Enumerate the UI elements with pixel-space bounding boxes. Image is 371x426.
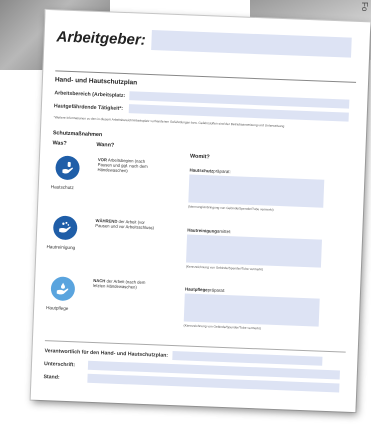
row-1-product-field[interactable] (188, 174, 325, 208)
skin-protection-plan-document: Arbeitgeber: Hand- und Hautschutzplan Ar… (30, 9, 371, 413)
row-3-product-note: (Kennzeichnung von Gebinde/Spender/Tube … (183, 323, 261, 331)
responsible-label: Verantwortlich für den Hand- und Hautsch… (44, 347, 169, 359)
employer-label: Arbeitgeber: (56, 27, 147, 49)
section-title: Schutzmaßnahmen (52, 130, 103, 139)
row-2-product-field[interactable] (186, 234, 322, 268)
row-2-product-label: Hautreinigungsmittel: (187, 227, 232, 235)
row-1-product-label: Hautschutzpräparat: (189, 167, 231, 175)
hand-cream-icon (55, 155, 81, 181)
row-3-product-field[interactable] (183, 293, 320, 327)
plan-title: Hand- und Hautschutzplan (54, 76, 138, 87)
date-label: Stand: (43, 373, 60, 381)
row-2-name: Hautreinigung (46, 244, 76, 251)
row-1-when: VOR Arbeitsbeginn (nach Pausen und ggf. … (97, 157, 148, 174)
responsible-field[interactable] (171, 351, 323, 366)
row-3-product-label: Hautpflegepräparat: (184, 286, 226, 294)
hand-washing-icon (52, 215, 78, 241)
signature-label: Unterschrift: (43, 360, 76, 368)
row-3-name: Hautpflege (46, 305, 69, 311)
row-2-product-note: (Kennzeichnung von Gebinde/Spender/Tube … (185, 264, 264, 272)
employer-field[interactable] (151, 30, 352, 58)
row-2-when: WÄHREND der Arbeit (vor Pausen und vor A… (95, 217, 155, 231)
row-1-product-note: (Nennung/Anbringung von Gebinde/Spender/… (188, 204, 274, 212)
activity-label: Hautgefährdende Tätigkeit*: (53, 102, 124, 112)
col-header-wann: Wann? (96, 141, 115, 149)
work-area-label: Arbeitsbereich (Arbeitsplatz: (54, 89, 126, 99)
col-header-womit: Womit? (189, 153, 210, 161)
hand-care-icon (50, 276, 76, 302)
col-header-was: Was? (52, 140, 67, 147)
row-3-when: NACH der Arbeit (nach dem letzten Händew… (92, 277, 146, 290)
row-1-name: Hautschutz (50, 184, 74, 191)
employer-row: Arbeitgeber: (56, 26, 352, 58)
